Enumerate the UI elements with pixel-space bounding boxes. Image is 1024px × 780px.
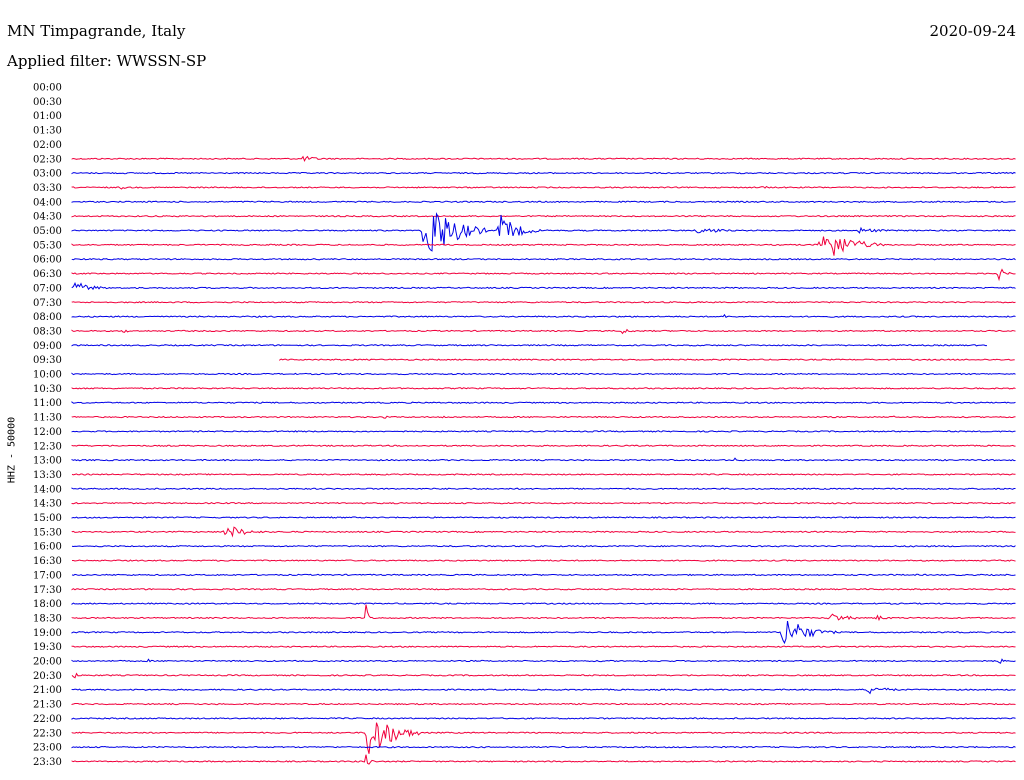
trace-line: [71, 185, 1016, 190]
trace-line: [71, 444, 1016, 447]
tick-label: 13:30: [33, 470, 62, 481]
trace-line: [71, 415, 1016, 419]
tick-label: 09:30: [33, 355, 62, 366]
tick-label: 15:00: [33, 513, 62, 524]
tick-label: 06:30: [33, 269, 62, 280]
tick-label: 05:00: [33, 226, 62, 237]
trace-line: [71, 457, 1016, 462]
tick-label: 03:30: [33, 183, 62, 194]
trace-line: [71, 473, 1016, 476]
tick-label: 22:30: [33, 728, 62, 739]
tick-label: 12:30: [33, 441, 62, 452]
tick-label: 21:00: [33, 685, 62, 696]
tick-label: 08:00: [33, 312, 62, 323]
trace-line: [71, 387, 1016, 390]
trace-line: [279, 358, 1015, 361]
trace-line: [71, 282, 1016, 291]
tick-label: 21:30: [33, 700, 62, 711]
tick-label: 19:00: [33, 628, 62, 639]
trace-line: [71, 344, 987, 347]
trace-line: [71, 754, 1016, 765]
tick-label: 13:00: [33, 456, 62, 467]
tick-label: 12:00: [33, 427, 62, 438]
tick-label: 18:00: [33, 599, 62, 610]
trace-line: [71, 722, 1016, 754]
tick-label: 01:30: [33, 126, 62, 137]
tick-label: 14:30: [33, 499, 62, 510]
trace-line: [71, 401, 1016, 404]
tick-label: 07:00: [33, 283, 62, 294]
trace-line: [71, 214, 1016, 218]
trace-line: [71, 604, 1016, 622]
tick-label: 00:30: [33, 97, 62, 108]
tick-label: 22:00: [33, 714, 62, 725]
tick-label: 19:30: [33, 642, 62, 653]
tick-label: 08:30: [33, 326, 62, 337]
tick-label: 06:00: [33, 255, 62, 266]
tick-label: 09:00: [33, 341, 62, 352]
trace-line: [71, 328, 1016, 335]
trace-line: [71, 516, 1016, 519]
tick-label: 20:00: [33, 657, 62, 668]
trace-line: [71, 301, 1016, 304]
tick-label: 10:00: [33, 370, 62, 381]
trace-line: [71, 171, 1016, 175]
helicorder-plot: 00:00 00:30 01:00 01:30 02:00 02:30 03:00 03:30…: [33, 83, 1016, 768]
trace-line: [71, 372, 1016, 376]
tick-label: 11:30: [33, 413, 62, 424]
tick-label: 04:30: [33, 212, 62, 223]
trace-line: [71, 526, 1016, 538]
trace-line: [71, 236, 1016, 256]
tick-label: 01:00: [33, 111, 62, 122]
tick-label: 07:30: [33, 298, 62, 309]
tick-label: 02:00: [33, 140, 62, 151]
time-tick-labels: 00:00 00:30 01:00 01:30 02:00 02:30 03:00 03:30…: [33, 83, 62, 768]
trace-line: [71, 200, 1016, 204]
tick-label: 04:00: [33, 197, 62, 208]
seismogram-traces: [71, 155, 1016, 765]
trace-line: [71, 502, 1016, 505]
tick-label: 11:00: [33, 398, 62, 409]
trace-line: [71, 257, 1016, 261]
tick-label: 00:00: [33, 83, 62, 94]
trace-line: [71, 687, 1016, 695]
trace-line: [71, 645, 1016, 648]
tick-label: 03:00: [33, 169, 62, 180]
tick-label: 15:30: [33, 527, 62, 538]
tick-label: 14:00: [33, 484, 62, 495]
trace-line: [71, 621, 1016, 645]
trace-line: [71, 155, 1016, 163]
trace-line: [71, 544, 1016, 548]
tick-label: 16:30: [33, 556, 62, 567]
trace-line: [71, 658, 1016, 664]
trace-line: [71, 268, 1016, 282]
trace-line: [71, 487, 1016, 491]
tick-label: 18:30: [33, 613, 62, 624]
tick-label: 05:30: [33, 240, 62, 251]
tick-label: 16:00: [33, 542, 62, 553]
trace-line: [71, 672, 1016, 679]
trace-line: [71, 313, 1016, 318]
trace-line: [71, 702, 1016, 706]
trace-line: [71, 745, 1016, 749]
trace-line: [71, 717, 1016, 720]
tick-label: 02:30: [33, 154, 62, 165]
tick-label: 10:30: [33, 384, 62, 395]
tick-label: 17:30: [33, 585, 62, 596]
tick-label: 20:30: [33, 671, 62, 682]
trace-line: [72, 559, 1016, 562]
trace-line: [71, 573, 1016, 577]
tick-label: 23:00: [33, 743, 62, 754]
tick-label: 17:00: [33, 570, 62, 581]
trace-line: [71, 588, 1016, 591]
trace-line: [71, 430, 1016, 433]
tick-label: 23:30: [33, 757, 62, 768]
trace-line: [71, 602, 1016, 606]
